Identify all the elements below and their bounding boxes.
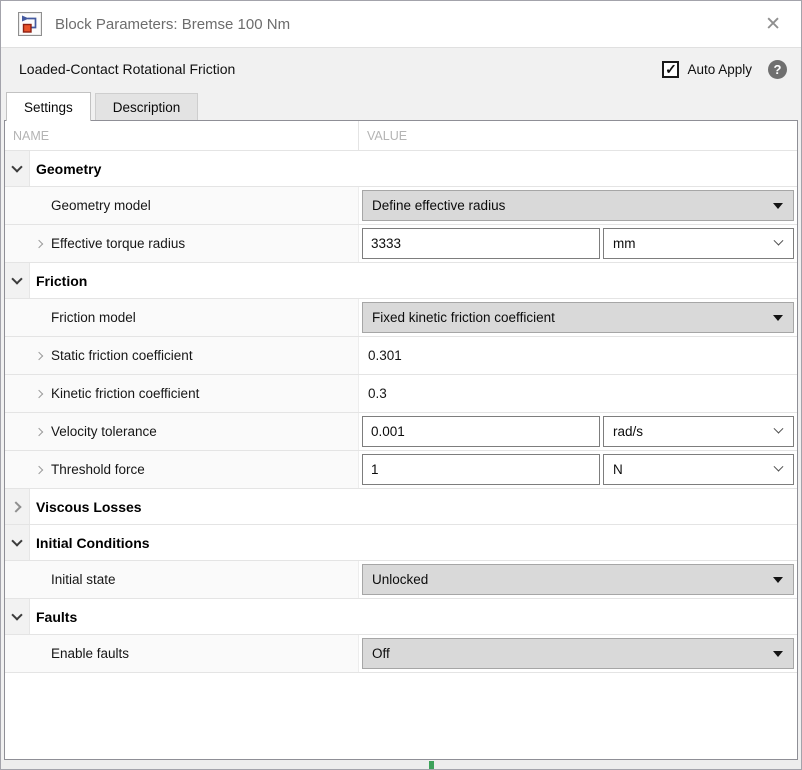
window-bottom-edge xyxy=(1,760,801,769)
chevron-right-icon[interactable] xyxy=(35,427,43,435)
unit-value: mm xyxy=(613,236,636,251)
row-threshold-force: Threshold force N xyxy=(5,451,797,489)
dropdown-caret-icon xyxy=(773,203,783,209)
effective-torque-radius-input[interactable] xyxy=(362,228,600,259)
param-label: Friction model xyxy=(5,299,359,336)
row-enable-faults: Enable faults Off xyxy=(5,635,797,673)
auto-apply-label: Auto Apply xyxy=(687,62,752,77)
param-label: Geometry model xyxy=(5,187,359,224)
help-icon[interactable]: ? xyxy=(768,60,787,79)
dropdown-caret-icon xyxy=(773,315,783,321)
section-faults[interactable]: Faults xyxy=(5,599,797,635)
section-label: Faults xyxy=(36,609,77,625)
row-kinetic-friction-coefficient: Kinetic friction coefficient 0.3 xyxy=(5,375,797,413)
dropdown-caret-icon xyxy=(773,577,783,583)
chevron-right-icon[interactable] xyxy=(35,239,43,247)
chevron-down-icon xyxy=(11,161,22,172)
section-label: Friction xyxy=(36,273,87,289)
unit-value: N xyxy=(613,462,623,477)
section-friction[interactable]: Friction xyxy=(5,263,797,299)
dropdown-value: Define effective radius xyxy=(372,198,505,213)
chevron-down-icon xyxy=(11,273,22,284)
tab-settings[interactable]: Settings xyxy=(6,92,91,121)
dropdown-value: Off xyxy=(372,646,390,661)
section-label: Viscous Losses xyxy=(36,499,142,515)
dropdown-caret-icon xyxy=(773,651,783,657)
simulink-block-icon xyxy=(18,12,42,36)
enable-faults-dropdown[interactable]: Off xyxy=(362,638,794,669)
geometry-model-dropdown[interactable]: Define effective radius xyxy=(362,190,794,221)
section-label: Initial Conditions xyxy=(36,535,150,551)
param-label: Velocity tolerance xyxy=(51,424,157,439)
resize-marker xyxy=(429,761,434,769)
param-label: Threshold force xyxy=(51,462,145,477)
row-geometry-model: Geometry model Define effective radius xyxy=(5,187,797,225)
threshold-force-input[interactable] xyxy=(362,454,600,485)
block-header-bar: Loaded-Contact Rotational Friction ✓ Aut… xyxy=(1,48,801,90)
combo-chevron-icon xyxy=(774,462,784,472)
table-empty-area xyxy=(5,673,797,759)
dialog-title: Block Parameters: Bremse 100 Nm xyxy=(55,16,761,33)
param-label: Enable faults xyxy=(5,635,359,672)
chevron-right-icon[interactable] xyxy=(35,389,43,397)
column-header-name: NAME xyxy=(5,121,359,150)
threshold-force-unit-combo[interactable]: N xyxy=(603,454,794,485)
combo-chevron-icon xyxy=(774,236,784,246)
param-label: Initial state xyxy=(5,561,359,598)
velocity-tolerance-input[interactable] xyxy=(362,416,600,447)
auto-apply-checkbox[interactable]: ✓ xyxy=(662,61,679,78)
unit-value: rad/s xyxy=(613,424,643,439)
initial-state-dropdown[interactable]: Unlocked xyxy=(362,564,794,595)
block-type-label: Loaded-Contact Rotational Friction xyxy=(19,61,662,77)
row-velocity-tolerance: Velocity tolerance rad/s xyxy=(5,413,797,451)
combo-chevron-icon xyxy=(774,424,784,434)
velocity-tolerance-unit-combo[interactable]: rad/s xyxy=(603,416,794,447)
table-header: NAME VALUE xyxy=(5,121,797,151)
chevron-down-icon xyxy=(11,609,22,620)
section-viscous-losses[interactable]: Viscous Losses xyxy=(5,489,797,525)
row-initial-state: Initial state Unlocked xyxy=(5,561,797,599)
tab-bar: Settings Description xyxy=(1,90,801,120)
section-label: Geometry xyxy=(36,161,101,177)
block-parameters-dialog: Block Parameters: Bremse 100 Nm ✕ Loaded… xyxy=(0,0,802,770)
column-header-value: VALUE xyxy=(359,121,797,150)
tab-description[interactable]: Description xyxy=(95,93,199,120)
parameter-table: NAME VALUE Geometry Geometry model Defin… xyxy=(4,120,798,760)
param-label: Static friction coefficient xyxy=(51,348,193,363)
param-label: Kinetic friction coefficient xyxy=(51,386,199,401)
chevron-right-icon[interactable] xyxy=(35,465,43,473)
effective-torque-radius-unit-combo[interactable]: mm xyxy=(603,228,794,259)
title-bar: Block Parameters: Bremse 100 Nm ✕ xyxy=(1,1,801,48)
row-static-friction-coefficient: Static friction coefficient 0.301 xyxy=(5,337,797,375)
section-geometry[interactable]: Geometry xyxy=(5,151,797,187)
friction-model-dropdown[interactable]: Fixed kinetic friction coefficient xyxy=(362,302,794,333)
row-effective-torque-radius: Effective torque radius mm xyxy=(5,225,797,263)
chevron-down-icon xyxy=(11,535,22,546)
chevron-right-icon xyxy=(10,501,21,512)
static-friction-coefficient-value[interactable]: 0.301 xyxy=(359,337,797,374)
close-icon[interactable]: ✕ xyxy=(761,13,785,36)
dropdown-value: Unlocked xyxy=(372,572,428,587)
section-initial-conditions[interactable]: Initial Conditions xyxy=(5,525,797,561)
row-friction-model: Friction model Fixed kinetic friction co… xyxy=(5,299,797,337)
dropdown-value: Fixed kinetic friction coefficient xyxy=(372,310,555,325)
param-label: Effective torque radius xyxy=(51,236,185,251)
kinetic-friction-coefficient-value[interactable]: 0.3 xyxy=(359,375,797,412)
chevron-right-icon[interactable] xyxy=(35,351,43,359)
